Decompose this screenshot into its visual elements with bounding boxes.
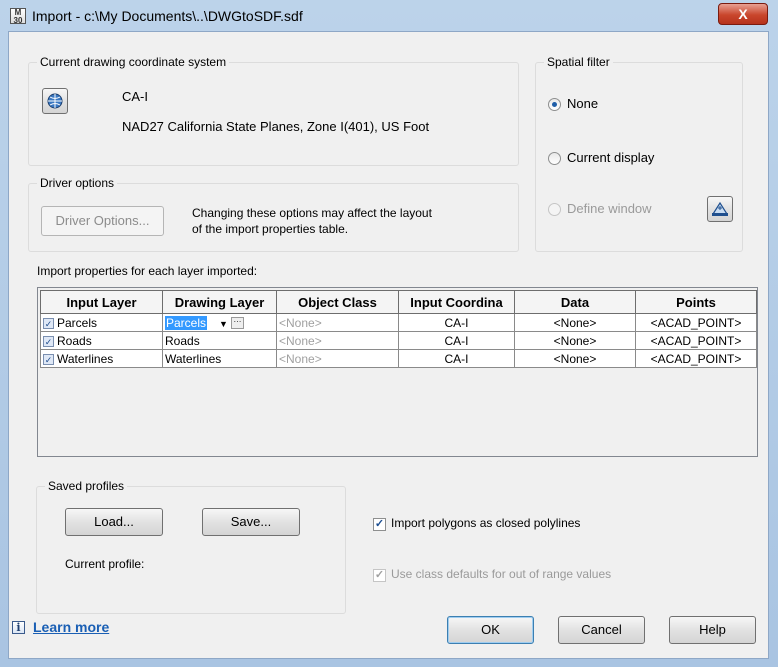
load-profile-button[interactable]: Load...	[65, 508, 163, 536]
define-window-button[interactable]	[707, 196, 733, 222]
drawing-layer-cell[interactable]: Waterlines	[162, 349, 277, 368]
header-input-layer[interactable]: Input Layer	[40, 290, 163, 314]
spatial-filter-legend: Spatial filter	[544, 55, 613, 69]
input-coordinate-cell[interactable]: CA-I	[398, 331, 515, 350]
import-properties-grid: Input Layer Drawing Layer Object Class I…	[37, 287, 758, 457]
ellipsis-icon[interactable]: ···	[230, 317, 244, 330]
input-layer-cell: ✓ Waterlines	[40, 349, 163, 368]
saved-profiles-legend: Saved profiles	[45, 479, 128, 493]
data-cell[interactable]: <None>	[514, 349, 636, 368]
object-class-cell[interactable]: <None>	[276, 349, 399, 368]
learn-more-link[interactable]: Learn more	[33, 619, 109, 635]
import-properties-table: Input Layer Drawing Layer Object Class I…	[40, 290, 757, 368]
data-cell[interactable]: <None>	[514, 331, 636, 350]
table-row: ✓ Parcels Parcels ▼ ··· <None> CA-I <None> …	[40, 313, 757, 332]
radio-define-window[interactable]	[548, 203, 561, 216]
coordinate-system-legend: Current drawing coordinate system	[37, 55, 230, 69]
input-coordinate-cell[interactable]: CA-I	[398, 349, 515, 368]
globe-icon	[47, 93, 63, 109]
import-polygons-checkbox[interactable]: ✓	[373, 518, 386, 531]
input-layer-cell: ✓ Roads	[40, 331, 163, 350]
drawing-layer-cell[interactable]: Parcels ▼ ···	[162, 313, 277, 332]
header-object-class[interactable]: Object Class	[276, 290, 399, 314]
input-coordinate-cell[interactable]: CA-I	[398, 313, 515, 332]
layer-checkbox[interactable]: ✓	[43, 335, 54, 347]
map-app-icon: M 30	[10, 8, 26, 25]
class-defaults-checkbox[interactable]: ✓	[373, 569, 386, 582]
radio-current-display[interactable]	[548, 152, 561, 165]
cancel-button[interactable]: Cancel	[558, 616, 645, 644]
input-layer-name: Waterlines	[57, 351, 114, 366]
save-profile-button[interactable]: Save...	[202, 508, 300, 536]
input-layer-name: Parcels	[57, 315, 98, 330]
import-dialog-window: M 30 Import - c:\My Documents\..\DWGtoSDF…	[0, 0, 778, 667]
points-cell[interactable]: <ACAD_POINT>	[635, 331, 757, 350]
header-points[interactable]: Points	[635, 290, 757, 314]
dialog-body: Current drawing coordinate system CA-I N…	[8, 31, 769, 659]
coordinate-system-description: NAD27 California State Planes, Zone I(40…	[122, 119, 430, 134]
input-layer-cell: ✓ Parcels	[40, 313, 163, 332]
close-button[interactable]: X	[718, 3, 768, 25]
drawing-layer-dropdown[interactable]: Parcels	[165, 315, 208, 330]
import-properties-label: Import properties for each layer importe…	[37, 264, 258, 278]
ok-button[interactable]: OK	[447, 616, 534, 644]
drawing-layer-cell[interactable]: Roads	[162, 331, 277, 350]
table-row: ✓ Waterlines Waterlines <None> CA-I <None…	[40, 349, 757, 368]
chevron-down-icon[interactable]: ▼	[219, 319, 228, 329]
current-profile-label: Current profile:	[65, 557, 145, 571]
coordinate-system-button[interactable]	[42, 88, 68, 114]
help-button[interactable]: Help	[669, 616, 756, 644]
data-cell[interactable]: <None>	[514, 313, 636, 332]
class-defaults-label: Use class defaults for out of range valu…	[391, 567, 612, 581]
info-icon: i	[12, 621, 25, 634]
radio-current-display-label: Current display	[567, 150, 655, 165]
header-drawing-layer[interactable]: Drawing Layer	[162, 290, 277, 314]
layer-checkbox[interactable]: ✓	[43, 317, 54, 329]
import-polygons-label: Import polygons as closed polylines	[391, 516, 581, 530]
driver-options-note: Changing these options may affect the la…	[192, 205, 432, 237]
table-header-row: Input Layer Drawing Layer Object Class I…	[40, 290, 757, 314]
table-row: ✓ Roads Roads <None> CA-I <None> <ACAD_PO…	[40, 331, 757, 350]
radio-none-label: None	[567, 96, 599, 111]
spatial-filter-group: Spatial filter None Current display Defi…	[535, 55, 743, 252]
input-layer-name: Roads	[57, 333, 92, 348]
layer-checkbox[interactable]: ✓	[43, 353, 54, 365]
driver-options-note-line1: Changing these options may affect the la…	[192, 206, 432, 220]
saved-profiles-group: Saved profiles Load... Save... Current p…	[36, 479, 346, 614]
radio-none[interactable]	[548, 98, 561, 111]
driver-options-group: Driver options Driver Options... Changin…	[28, 176, 519, 252]
header-input-coordinate[interactable]: Input Coordina	[398, 290, 515, 314]
driver-options-legend: Driver options	[37, 176, 118, 190]
coordinate-system-code: CA-I	[122, 89, 148, 104]
driver-options-note-line2: of the import properties table.	[192, 222, 349, 236]
points-cell[interactable]: <ACAD_POINT>	[635, 313, 757, 332]
pick-window-icon	[711, 201, 729, 216]
coordinate-system-group: Current drawing coordinate system CA-I N…	[28, 55, 519, 166]
radio-define-window-label: Define window	[567, 201, 652, 216]
object-class-cell[interactable]: <None>	[276, 313, 399, 332]
header-data[interactable]: Data	[514, 290, 636, 314]
points-cell[interactable]: <ACAD_POINT>	[635, 349, 757, 368]
title-bar[interactable]: M 30 Import - c:\My Documents\..\DWGtoSDF…	[0, 0, 778, 32]
driver-options-button[interactable]: Driver Options...	[41, 206, 164, 236]
object-class-cell[interactable]: <None>	[276, 331, 399, 350]
window-title: Import - c:\My Documents\..\DWGtoSDF.sdf	[32, 8, 303, 24]
